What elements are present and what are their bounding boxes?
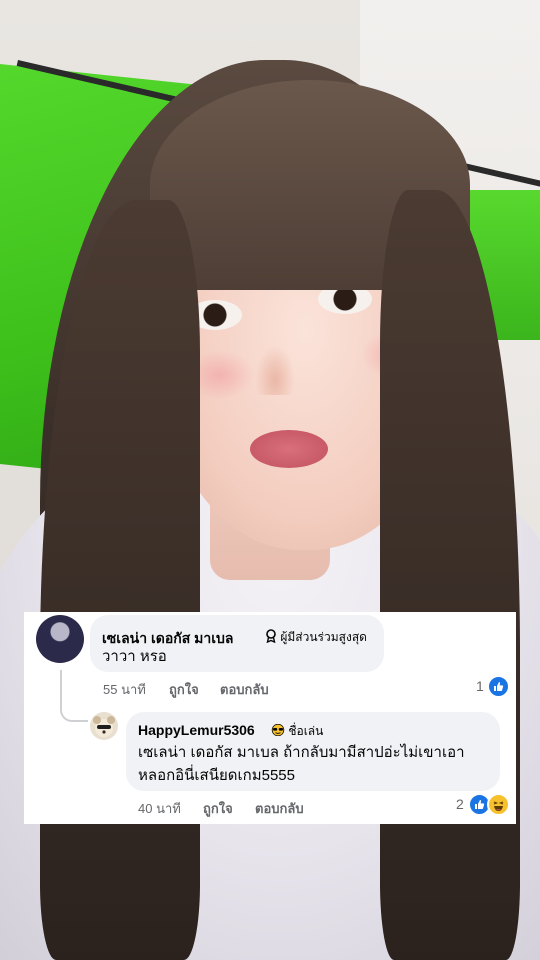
reply-text-line-2: หลอกอินี่เสนียดเกม5555 [138,767,295,784]
badge-label: ผู้มีส่วนร่วมสูงสุด [280,630,367,644]
reply-text-line-1: เซเลน่า เดอกัส มาเบล ถ้ากลับมามีสาปอ่ะไม… [138,744,465,761]
reply-reaction-count[interactable]: 2 [456,796,464,812]
badge-label: ชื่อเล่น [288,724,324,738]
comment-text: วาวา หรอ [102,648,167,665]
reply-time: 40 นาที [138,801,181,816]
reply-reply-link[interactable]: ตอบกลับ [255,798,304,819]
reply-like-link[interactable]: ถูกใจ [203,798,233,819]
like-reaction-icon [487,675,510,698]
like-link[interactable]: ถูกใจ [169,679,199,700]
award-icon [266,629,276,644]
sunglasses-emoji-icon [271,723,285,737]
reply-link[interactable]: ตอบกลับ [220,679,269,700]
comment-card: เซเลน่า เดอกัส มาเบล ผู้มีส่วนร่วมสูงสุด… [24,612,516,824]
nickname-badge: ชื่อเล่น [271,722,323,741]
avatar[interactable] [36,615,84,663]
reply-thread-line [60,670,88,722]
reply-bubble[interactable]: HappyLemur5306 ชื่อเล่น เซเลน่า เดอกัส ม… [126,712,500,791]
reply-avatar[interactable] [90,712,118,740]
reply-author[interactable]: HappyLemur5306 [138,722,255,738]
lips [250,430,328,468]
nose [255,345,295,395]
reaction-count[interactable]: 1 [476,678,484,694]
top-fan-badge: ผู้มีส่วนร่วมสูงสุด [265,628,367,647]
comment-time: 55 นาที [103,682,146,697]
comment-bubble[interactable]: เซเลน่า เดอกัส มาเบล ผู้มีส่วนร่วมสูงสุด… [90,615,384,672]
haha-reaction-icon [487,793,510,816]
